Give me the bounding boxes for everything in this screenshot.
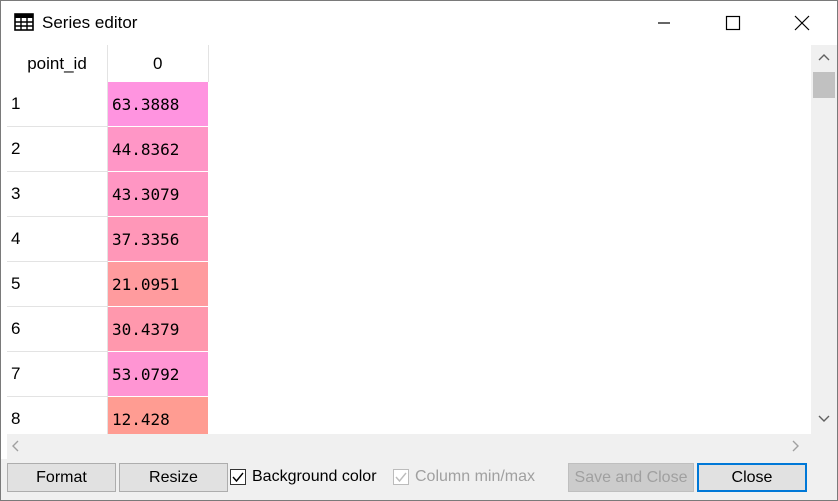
value-cell[interactable]: 43.3079 [107, 171, 208, 217]
column-header-point-id[interactable]: point_id [7, 45, 108, 82]
format-button[interactable]: Format [7, 463, 116, 492]
resize-button[interactable]: Resize [119, 463, 228, 492]
row-id-cell[interactable]: 3 [7, 171, 108, 217]
row-id-cell[interactable]: 8 [7, 396, 108, 434]
value-cell[interactable]: 63.3888 [107, 82, 208, 127]
minimize-icon [658, 22, 670, 24]
vertical-scroll-thumb[interactable] [813, 72, 835, 98]
table-row[interactable]: 7 53.0792 [7, 351, 208, 397]
checkbox-box[interactable] [393, 469, 409, 485]
checkbox-box[interactable] [230, 469, 246, 485]
row-id-cell[interactable]: 1 [7, 82, 108, 127]
scroll-left-icon[interactable] [11, 440, 19, 452]
close-window-button[interactable] [779, 1, 825, 45]
horizontal-scrollbar[interactable] [7, 434, 811, 459]
table-row[interactable]: 2 44.8362 [7, 126, 208, 172]
maximize-icon [725, 15, 741, 31]
table-icon [14, 13, 34, 31]
save-and-close-button[interactable]: Save and Close [568, 463, 694, 492]
scroll-down-icon[interactable] [818, 415, 830, 423]
checkmark-icon [395, 472, 407, 483]
series-editor-window: Series editor point_id 0 1 63.3888 2 44.… [0, 0, 838, 501]
series-grid[interactable]: point_id 0 1 63.3888 2 44.8362 3 43.3079 4 37.3… [7, 45, 811, 434]
window-title: Series editor [42, 13, 138, 32]
background-color-label: Background color [252, 468, 377, 485]
row-id-cell[interactable]: 7 [7, 351, 108, 397]
scrollbar-corner [811, 434, 837, 459]
header-row: point_id 0 [7, 45, 209, 82]
table-row[interactable]: 5 21.0951 [7, 261, 208, 307]
column-header-value[interactable]: 0 [107, 45, 209, 82]
row-id-cell[interactable]: 2 [7, 126, 108, 172]
row-id-cell[interactable]: 5 [7, 261, 108, 307]
maximize-button[interactable] [710, 1, 756, 45]
value-cell[interactable]: 12.428 [107, 396, 208, 434]
table-row[interactable]: 4 37.3356 [7, 216, 208, 262]
background-color-checkbox[interactable]: Background color [230, 468, 377, 486]
row-id-cell[interactable]: 6 [7, 306, 108, 352]
value-cell[interactable]: 37.3356 [107, 216, 208, 262]
value-cell[interactable]: 44.8362 [107, 126, 208, 172]
scroll-right-icon[interactable] [792, 440, 800, 452]
vertical-scrollbar[interactable] [811, 45, 837, 434]
value-cell[interactable]: 53.0792 [107, 351, 208, 397]
scroll-up-icon[interactable] [818, 53, 830, 61]
bottom-toolbar: Format Resize Background color Column mi… [1, 459, 837, 500]
checkmark-icon [232, 472, 244, 483]
column-minmax-label: Column min/max [415, 468, 536, 485]
value-cell[interactable]: 21.0951 [107, 261, 208, 307]
row-id-cell[interactable]: 4 [7, 216, 108, 262]
column-minmax-checkbox[interactable]: Column min/max [393, 468, 535, 486]
close-button[interactable]: Close [697, 463, 807, 492]
table-row[interactable]: 8 12.428 [7, 396, 208, 434]
data-table: point_id 0 1 63.3888 2 44.8362 3 43.3079 4 37.3… [7, 45, 209, 434]
value-cell[interactable]: 30.4379 [107, 306, 208, 352]
table-row[interactable]: 6 30.4379 [7, 306, 208, 352]
table-body: 1 63.3888 2 44.8362 3 43.3079 4 37.3356 5 21.0951… [7, 82, 208, 434]
table-row[interactable]: 1 63.3888 [7, 82, 208, 127]
table-row[interactable]: 3 43.3079 [7, 171, 208, 217]
title-bar[interactable]: Series editor [1, 1, 837, 45]
close-icon [794, 15, 810, 31]
minimize-button[interactable] [641, 1, 687, 45]
